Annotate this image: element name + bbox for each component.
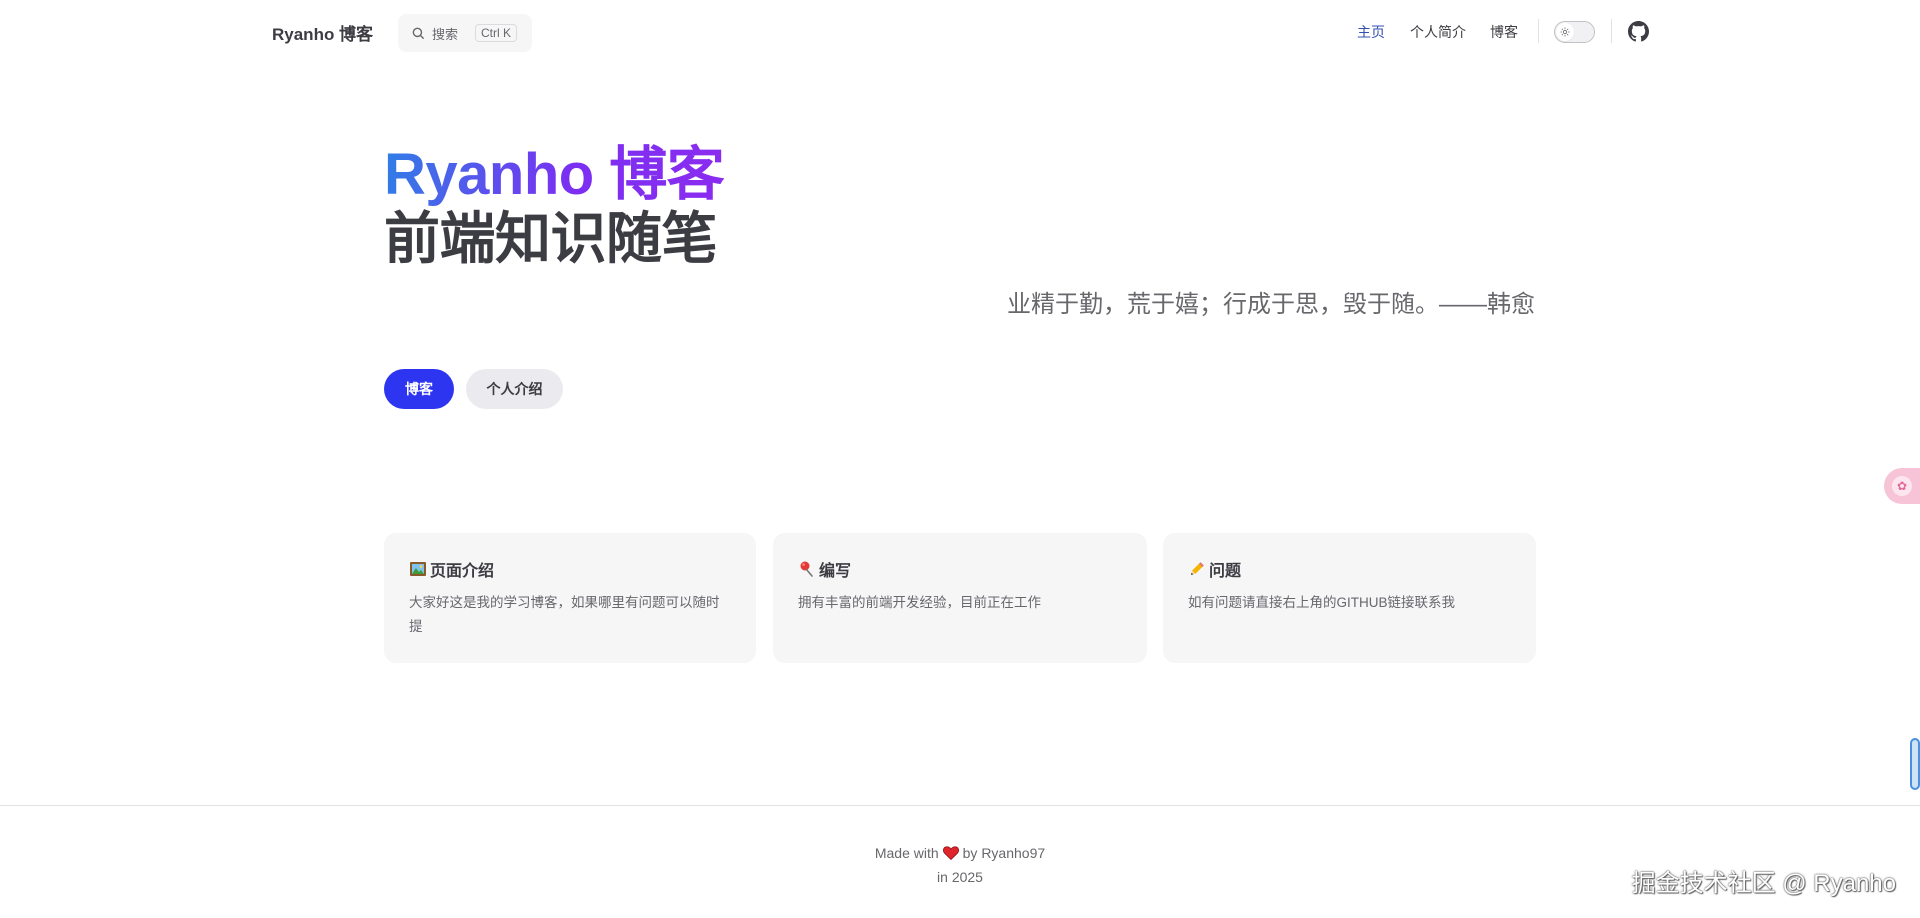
framed-picture-icon bbox=[409, 560, 428, 579]
github-icon[interactable] bbox=[1628, 21, 1649, 42]
floating-widget[interactable]: ✿ bbox=[1884, 468, 1920, 504]
footer-author: by Ryanho97 bbox=[962, 845, 1046, 861]
feature-card[interactable]: 编写 拥有丰富的前端开发经验，目前正在工作 bbox=[773, 533, 1147, 663]
pushpin-icon bbox=[798, 560, 817, 579]
hero-tagline: 业精于勤，荒于嬉；行成于思，毁于随。——韩愈 bbox=[1007, 291, 1535, 318]
search-placeholder: 搜索 bbox=[432, 26, 459, 42]
feature-details: 大家好这是我的学习博客，如果哪里有问题可以随时提 bbox=[409, 595, 720, 634]
feature-title-row: 编写 bbox=[798, 559, 1123, 580]
blog-button[interactable]: 博客 bbox=[384, 369, 454, 409]
nav-divider bbox=[1538, 19, 1539, 43]
footer-divider bbox=[0, 805, 1920, 806]
about-me-button[interactable]: 个人介绍 bbox=[466, 369, 563, 409]
feature-title: 问题 bbox=[1209, 563, 1242, 580]
pencil-icon bbox=[1188, 560, 1207, 579]
feature-details: 拥有丰富的前端开发经验，目前正在工作 bbox=[798, 595, 1041, 610]
mascot-icon: ✿ bbox=[1892, 476, 1912, 496]
feature-card[interactable]: 页面介绍 大家好这是我的学习博客，如果哪里有问题可以随时提 bbox=[384, 533, 756, 663]
feature-details: 如有问题请直接右上角的GITHUB链接联系我 bbox=[1188, 595, 1456, 610]
feature-title-row: 问题 bbox=[1188, 559, 1512, 580]
top-navbar: Ryanho 博客 搜索 Ctrl K 主页 个人简介 博客 bbox=[0, 0, 1920, 64]
theme-toggle[interactable] bbox=[1554, 21, 1595, 43]
watermark: 掘金技术社区 @ Ryanho bbox=[1631, 870, 1896, 897]
site-title[interactable]: Ryanho 博客 bbox=[272, 20, 373, 45]
sun-icon bbox=[1556, 23, 1574, 41]
search-shortcut-hint: Ctrl K bbox=[475, 24, 518, 42]
nav-item-home[interactable]: 主页 bbox=[1357, 22, 1385, 42]
nav-item-about[interactable]: 个人简介 bbox=[1410, 22, 1466, 42]
scroll-thumb[interactable] bbox=[1910, 738, 1920, 790]
nav-divider bbox=[1611, 19, 1612, 43]
hero-name: Ryanho 博客 bbox=[384, 142, 725, 207]
search-button[interactable]: 搜索 Ctrl K bbox=[398, 14, 532, 52]
feature-title: 页面介绍 bbox=[430, 563, 495, 580]
hero-text: 前端知识随笔 bbox=[384, 207, 718, 270]
footer-made-with: Made with bbox=[874, 845, 939, 861]
feature-card[interactable]: 问题 如有问题请直接右上角的GITHUB链接联系我 bbox=[1163, 533, 1536, 663]
heart-icon bbox=[942, 843, 959, 867]
search-icon bbox=[410, 25, 426, 41]
feature-title: 编写 bbox=[819, 563, 852, 580]
feature-title-row: 页面介绍 bbox=[409, 559, 732, 580]
nav-item-blog[interactable]: 博客 bbox=[1490, 22, 1518, 42]
